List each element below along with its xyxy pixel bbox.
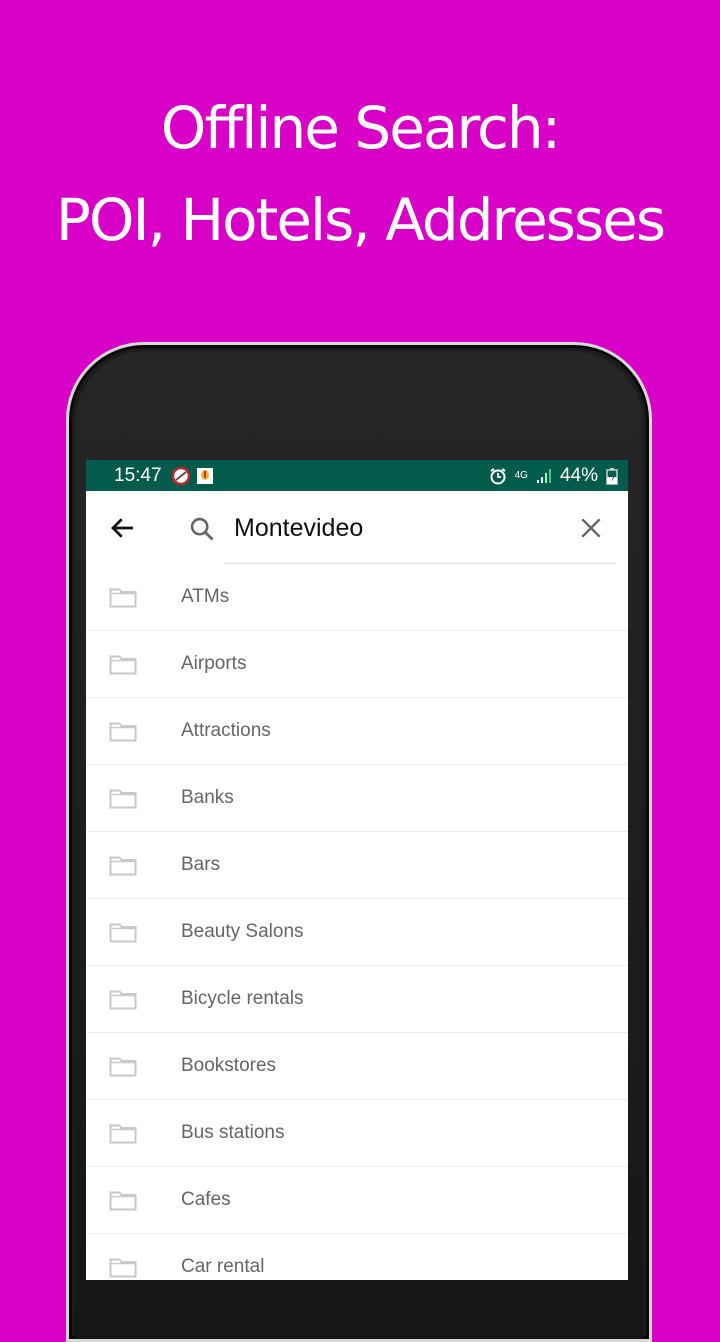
category-list: ATMs Airports Attractions Banks Bars Bea… — [86, 564, 628, 1280]
category-item[interactable]: Bookstores — [86, 1033, 628, 1100]
category-label: Banks — [181, 787, 234, 808]
promo-line-2: POI, Hotels, Addresses — [55, 186, 666, 254]
category-item[interactable]: ATMs — [86, 564, 628, 631]
status-bar: 15:47 4G 44% — [86, 460, 628, 491]
folder-icon — [109, 1057, 137, 1077]
folder-icon — [109, 923, 137, 943]
folder-icon — [109, 655, 137, 675]
network-type: 4G — [514, 469, 528, 481]
category-item[interactable]: Banks — [86, 765, 628, 832]
arrow-left-icon[interactable] — [108, 513, 138, 543]
category-label: Bookstores — [181, 1055, 277, 1076]
category-item[interactable]: Attractions — [86, 698, 628, 765]
alarm-icon — [490, 467, 506, 484]
category-item[interactable]: Beauty Salons — [86, 899, 628, 966]
battery-charging-icon — [606, 467, 618, 485]
search-icon — [190, 517, 214, 541]
category-item[interactable]: Airports — [86, 631, 628, 698]
status-time: 15:47 — [114, 464, 162, 486]
category-label: Beauty Salons — [181, 921, 304, 942]
category-item[interactable]: Bicycle rentals — [86, 966, 628, 1033]
folder-icon — [109, 1191, 137, 1211]
folder-icon — [109, 856, 137, 876]
category-label: Airports — [181, 653, 247, 674]
category-label: Car rental — [181, 1256, 265, 1277]
search-bar — [86, 491, 628, 565]
folder-icon — [109, 1124, 137, 1144]
signal-icon — [536, 468, 551, 483]
category-label: Cafes — [181, 1189, 231, 1210]
category-label: Bars — [181, 854, 221, 875]
category-label: Bus stations — [181, 1122, 285, 1143]
blocked-notification-icon — [171, 466, 190, 485]
folder-icon — [109, 789, 137, 809]
promo-headline: Offline Search: POI, Hotels, Addresses — [0, 82, 720, 266]
category-label: Attractions — [181, 720, 271, 741]
category-label: Bicycle rentals — [181, 988, 304, 1009]
phone-screen: 15:47 4G 44% ATMs Airports Attractions B… — [86, 460, 628, 1280]
folder-icon — [109, 1258, 137, 1278]
folder-icon — [109, 722, 137, 742]
category-item[interactable]: Cafes — [86, 1167, 628, 1234]
search-input[interactable] — [234, 509, 554, 547]
folder-icon — [109, 990, 137, 1010]
app-notification-icon — [196, 467, 213, 484]
category-item[interactable]: Car rental — [86, 1234, 628, 1280]
category-label: ATMs — [181, 586, 230, 607]
category-item[interactable]: Bus stations — [86, 1100, 628, 1167]
battery-percent: 44% — [559, 464, 598, 486]
folder-icon — [109, 588, 137, 608]
category-item[interactable]: Bars — [86, 832, 628, 899]
promo-line-1: Offline Search: — [160, 94, 561, 162]
close-icon[interactable] — [578, 515, 604, 541]
